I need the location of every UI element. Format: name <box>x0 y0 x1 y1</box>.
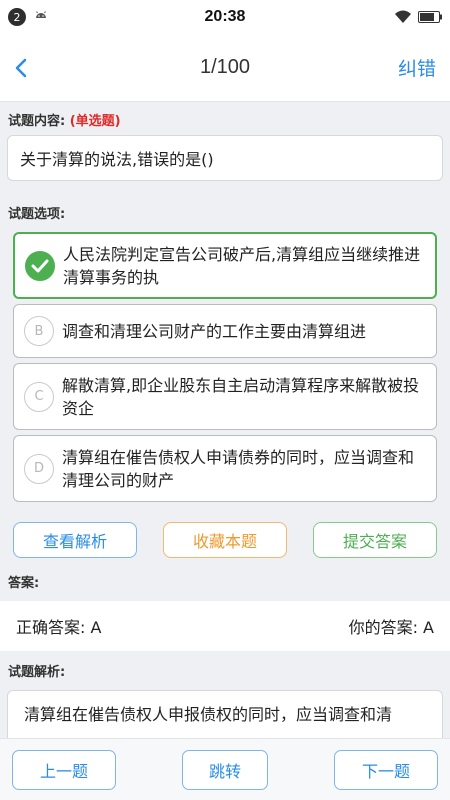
answer-row: 正确答案: A 你的答案: A <box>0 601 450 651</box>
report-error-button[interactable]: 纠错 <box>398 54 436 81</box>
option-text: 人民法院判定宣告公司破产后,清算组应当继续推进清算事务的执 <box>63 244 421 287</box>
next-question-button[interactable]: 下一题 <box>334 749 438 790</box>
notification-count-badge: 2 <box>8 8 26 26</box>
chevron-left-icon <box>15 58 27 77</box>
battery-icon <box>418 11 442 23</box>
view-analysis-button[interactable]: 查看解析 <box>13 522 137 558</box>
question-content-label: 试题内容: (单选题) <box>8 114 121 129</box>
jump-button[interactable]: 跳转 <box>182 749 268 790</box>
bottom-navigation: 上一题 跳转 下一题 <box>0 738 450 800</box>
option-marker: C <box>24 381 54 412</box>
option-text: 解散清算,即企业股东自主启动清算程序来解散被投资企 <box>62 375 420 418</box>
question-type-label: (单选题) <box>69 114 121 129</box>
question-progress: 1/100 <box>199 56 251 78</box>
options-list: 人民法院判定宣告公司破产后,清算组应当继续推进清算事务的执 B 调查和清理公司财… <box>0 232 450 502</box>
option-c[interactable]: C 解散清算,即企业股东自主启动清算程序来解散被投资企 <box>13 363 437 430</box>
status-time: 20:38 <box>204 8 246 25</box>
favorite-button[interactable]: 收藏本题 <box>163 522 287 558</box>
android-icon <box>36 11 46 18</box>
checkmark-icon <box>25 250 55 281</box>
options-label: 试题选项: <box>8 207 66 222</box>
navigation-bar: 1/100 纠错 <box>0 34 450 102</box>
answer-label: 答案: <box>8 576 40 591</box>
action-buttons: 查看解析 收藏本题 提交答案 <box>0 508 450 570</box>
option-text: 清算组在催告债权人申请债券的同时，应当调查和清理公司的财产 <box>62 447 415 490</box>
option-marker: D <box>24 453 54 484</box>
previous-question-button[interactable]: 上一题 <box>12 749 116 790</box>
status-bar: 2 20:38 <box>0 0 450 34</box>
correct-answer: 正确答案: A <box>16 618 102 637</box>
option-text: 调查和清理公司财产的工作主要由清算组进 <box>62 321 367 341</box>
question-text: 关于清算的说法,错误的是() <box>7 135 443 181</box>
back-button[interactable] <box>14 48 54 88</box>
analysis-label: 试题解析: <box>8 665 66 680</box>
option-a[interactable]: 人民法院判定宣告公司破产后,清算组应当继续推进清算事务的执 <box>13 232 437 299</box>
your-answer: 你的答案: A <box>348 618 434 637</box>
submit-answer-button[interactable]: 提交答案 <box>313 522 437 558</box>
option-d[interactable]: D 清算组在催告债权人申请债券的同时，应当调查和清理公司的财产 <box>13 435 437 502</box>
option-marker: B <box>24 316 54 346</box>
option-b[interactable]: B 调查和清理公司财产的工作主要由清算组进 <box>13 304 437 358</box>
wifi-icon <box>395 10 411 23</box>
